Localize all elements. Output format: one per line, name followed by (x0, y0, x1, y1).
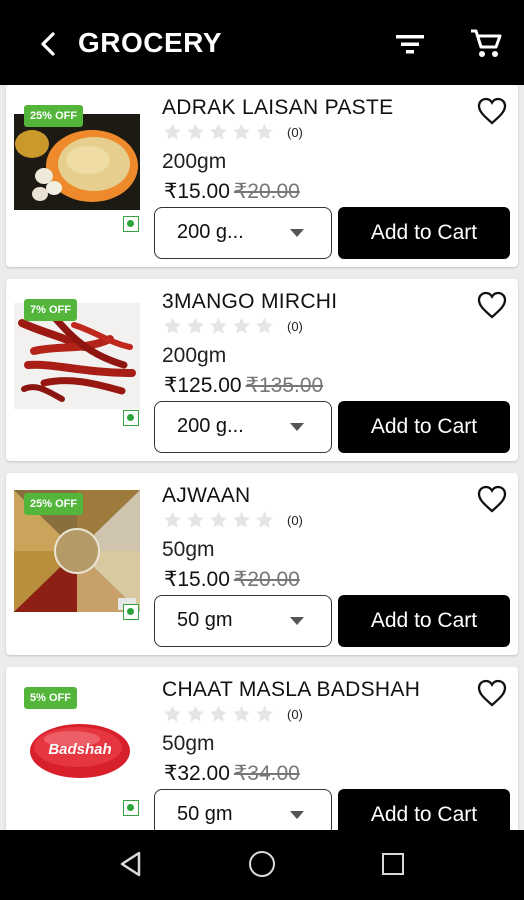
nav-home-icon[interactable] (249, 851, 275, 877)
add-to-cart-button[interactable]: Add to Cart (338, 207, 510, 259)
star-icon (233, 511, 250, 528)
app-bar: GROCERY (0, 0, 524, 85)
star-icon (187, 511, 204, 528)
wishlist-heart-icon[interactable] (476, 484, 508, 514)
filter-icon[interactable] (394, 29, 426, 59)
product-weight: 50gm (162, 732, 215, 755)
size-dropdown-value: 50 gm (177, 609, 233, 631)
rating-count: (0) (287, 318, 303, 334)
star-icon (187, 317, 204, 334)
nav-back-icon[interactable] (118, 850, 144, 878)
rating-count: (0) (287, 124, 303, 140)
add-to-cart-button[interactable]: Add to Cart (338, 789, 510, 830)
product-card[interactable]: 25% OFF AJWAAN (0) 50gm ₹15.00 ₹20.00 50 … (6, 473, 518, 655)
star-icon (233, 317, 250, 334)
veg-indicator-icon (123, 216, 139, 232)
nav-recent-icon[interactable] (382, 853, 404, 875)
discount-badge: 5% OFF (24, 687, 77, 709)
product-weight: 200gm (162, 150, 227, 173)
discount-badge: 25% OFF (24, 493, 84, 515)
star-icon (164, 123, 181, 140)
veg-indicator-icon (123, 410, 139, 426)
cart-icon[interactable] (468, 26, 504, 60)
size-dropdown[interactable]: 200 g... (154, 401, 332, 453)
original-price: ₹135.00 (245, 374, 324, 397)
original-price: ₹20.00 (233, 180, 300, 203)
size-dropdown-value: 200 g... (177, 415, 244, 437)
rating-stars: (0) (162, 704, 303, 724)
discount-badge: 25% OFF (24, 105, 84, 127)
star-icon (210, 705, 227, 722)
price: ₹15.00 (164, 180, 230, 203)
price-row: ₹15.00 ₹20.00 (164, 179, 300, 204)
back-arrow-icon[interactable] (34, 28, 62, 60)
price-row: ₹125.00 ₹135.00 (164, 373, 323, 398)
price: ₹32.00 (164, 762, 230, 785)
dropdown-arrow-icon (290, 229, 304, 237)
wishlist-heart-icon[interactable] (476, 290, 508, 320)
star-icon (233, 705, 250, 722)
rating-count: (0) (287, 512, 303, 528)
star-icon (233, 123, 250, 140)
star-icon (164, 511, 181, 528)
product-card[interactable]: 7% OFF 3MANGO MIRCHI (0) 200gm ₹125.00 ₹1… (6, 279, 518, 461)
product-image[interactable] (14, 114, 140, 210)
product-weight: 200gm (162, 344, 227, 367)
system-navigation-bar (0, 830, 524, 900)
product-image[interactable]: Badshah (14, 709, 140, 791)
veg-indicator-icon (123, 800, 139, 816)
size-dropdown[interactable]: 50 gm (154, 789, 332, 830)
product-list[interactable]: 25% OFF ADRAK LAISAN PASTE (0) 200gm ₹15… (0, 85, 524, 830)
product-name[interactable]: ADRAK LAISAN PASTE (162, 96, 393, 120)
star-icon (164, 317, 181, 334)
rating-count: (0) (287, 706, 303, 722)
original-price: ₹34.00 (233, 762, 300, 785)
size-dropdown[interactable]: 200 g... (154, 207, 332, 259)
veg-indicator-icon (123, 604, 139, 620)
price-row: ₹15.00 ₹20.00 (164, 567, 300, 592)
rating-stars: (0) (162, 122, 303, 142)
product-name[interactable]: 3MANGO MIRCHI (162, 290, 337, 314)
add-to-cart-button[interactable]: Add to Cart (338, 595, 510, 647)
star-icon (256, 123, 273, 140)
size-dropdown-value: 50 gm (177, 803, 233, 825)
product-name[interactable]: AJWAAN (162, 484, 251, 508)
wishlist-heart-icon[interactable] (476, 96, 508, 126)
star-icon (210, 317, 227, 334)
star-icon (256, 511, 273, 528)
star-icon (164, 705, 181, 722)
size-dropdown[interactable]: 50 gm (154, 595, 332, 647)
add-to-cart-button[interactable]: Add to Cart (338, 401, 510, 453)
star-icon (187, 705, 204, 722)
rating-stars: (0) (162, 510, 303, 530)
wishlist-heart-icon[interactable] (476, 678, 508, 708)
product-card[interactable]: 25% OFF ADRAK LAISAN PASTE (0) 200gm ₹15… (6, 85, 518, 267)
star-icon (210, 123, 227, 140)
star-icon (210, 511, 227, 528)
dropdown-arrow-icon (290, 811, 304, 819)
price-row: ₹32.00 ₹34.00 (164, 761, 300, 786)
price: ₹15.00 (164, 568, 230, 591)
rating-stars: (0) (162, 316, 303, 336)
page-title: GROCERY (78, 27, 223, 58)
star-icon (187, 123, 204, 140)
price: ₹125.00 (164, 374, 242, 397)
size-dropdown-value: 200 g... (177, 221, 244, 243)
product-name[interactable]: CHAAT MASLA BADSHAH (162, 678, 420, 702)
dropdown-arrow-icon (290, 617, 304, 625)
star-icon (256, 317, 273, 334)
star-icon (256, 705, 273, 722)
product-weight: 50gm (162, 538, 215, 561)
brand-logo-text: Badshah (48, 741, 111, 758)
dropdown-arrow-icon (290, 423, 304, 431)
original-price: ₹20.00 (233, 568, 300, 591)
product-card[interactable]: Badshah 5% OFF CHAAT MASLA BADSHAH (0) 5… (6, 667, 518, 830)
discount-badge: 7% OFF (24, 299, 77, 321)
